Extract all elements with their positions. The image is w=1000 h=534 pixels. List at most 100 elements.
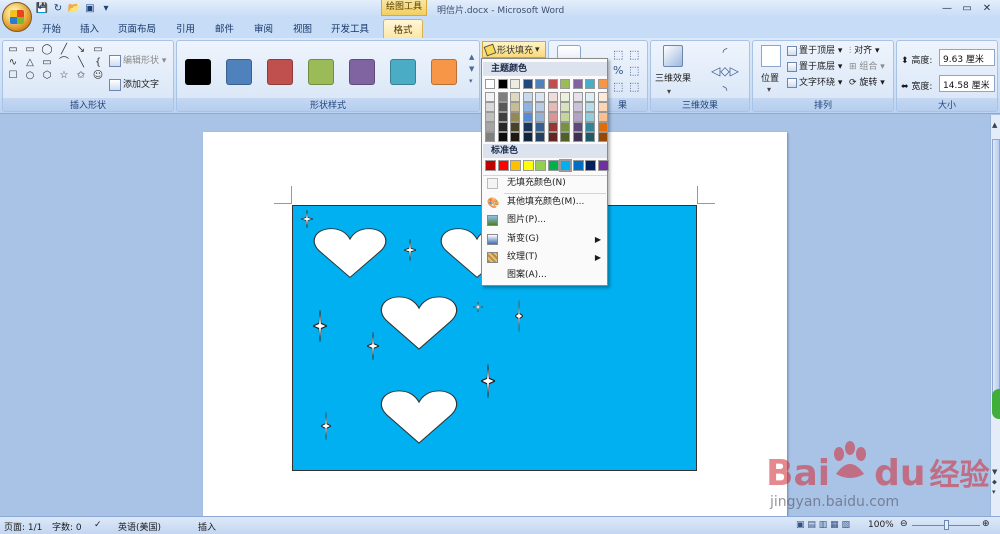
- 3d-effects-button[interactable]: 三维效果: [655, 71, 691, 84]
- color-swatch[interactable]: [522, 102, 533, 112]
- color-swatch[interactable]: [585, 112, 595, 122]
- color-swatch[interactable]: [522, 92, 533, 102]
- color-swatch[interactable]: [572, 112, 583, 122]
- style-swatch[interactable]: [349, 59, 375, 85]
- shape-fill-button[interactable]: 形状填充 ▾: [482, 41, 546, 58]
- color-swatch[interactable]: [572, 132, 583, 142]
- tab-format[interactable]: 格式: [383, 19, 423, 38]
- tab-home[interactable]: 开始: [42, 21, 61, 35]
- scrollbar-thumb[interactable]: [992, 139, 1000, 409]
- sparkle-star-shape[interactable]: [301, 210, 313, 228]
- open-icon[interactable]: 📂: [68, 2, 80, 14]
- color-swatch[interactable]: [522, 160, 534, 171]
- color-swatch[interactable]: [497, 92, 508, 102]
- picture-fill-item[interactable]: 图片(P)...: [483, 212, 607, 229]
- add-text-button[interactable]: 添加文字: [109, 77, 159, 91]
- sparkle-star-shape[interactable]: [481, 364, 495, 398]
- minimize-icon[interactable]: —: [938, 1, 956, 15]
- color-swatch[interactable]: [560, 122, 570, 132]
- hexagon-shape-icon[interactable]: ⬡: [41, 71, 53, 81]
- tab-view[interactable]: 视图: [293, 21, 312, 35]
- height-input[interactable]: 9.63 厘米: [939, 49, 995, 66]
- save-icon[interactable]: ▣: [84, 2, 96, 14]
- shapes-gallery[interactable]: ▭ ▭ ◯ ╱ ↘ ▭ ∿ △ ▭ ⌒ ╲ { ☐ ○ ⬡ ☆ ✩ ☺: [7, 45, 103, 81]
- zoom-out-icon[interactable]: ⊖: [900, 519, 908, 529]
- color-swatch[interactable]: [547, 79, 558, 89]
- rect-shape-icon[interactable]: ▭: [92, 45, 104, 55]
- style-swatch[interactable]: [267, 59, 293, 85]
- tab-mailings[interactable]: 邮件: [215, 21, 234, 35]
- brace-shape-icon[interactable]: {: [92, 58, 104, 68]
- color-swatch[interactable]: [497, 79, 508, 89]
- color-swatch[interactable]: [572, 122, 583, 132]
- color-swatch[interactable]: [497, 102, 508, 112]
- color-swatch[interactable]: [547, 160, 559, 171]
- pattern-fill-item[interactable]: 图案(A)...: [483, 267, 607, 284]
- undo-icon[interactable]: ↶: [36, 2, 48, 14]
- style-swatch[interactable]: [185, 59, 211, 85]
- circle-shape-icon[interactable]: ○: [24, 71, 36, 81]
- edit-shape-button[interactable]: 编辑形状 ▾: [109, 53, 166, 67]
- color-swatch[interactable]: [522, 132, 533, 142]
- view-buttons[interactable]: ▣ ▤ ▥ ▦ ▧: [796, 520, 850, 530]
- color-swatch[interactable]: [585, 122, 595, 132]
- color-swatch[interactable]: [510, 122, 520, 132]
- texture-fill-item[interactable]: 纹理(T) ▶: [483, 249, 607, 266]
- customize-qa-icon[interactable]: ▾: [100, 2, 112, 14]
- color-swatch[interactable]: [497, 132, 508, 142]
- shadow-nudge-icons[interactable]: ⬚% ⬚: [613, 47, 623, 95]
- color-swatch[interactable]: [535, 92, 545, 102]
- color-swatch[interactable]: [585, 132, 595, 142]
- color-swatch[interactable]: [572, 102, 583, 112]
- color-swatch[interactable]: [510, 132, 520, 142]
- color-swatch[interactable]: [547, 102, 558, 112]
- color-swatch[interactable]: [497, 160, 509, 171]
- color-swatch[interactable]: [485, 79, 495, 89]
- star-shape-icon[interactable]: ☆: [58, 71, 70, 81]
- color-swatch[interactable]: [535, 79, 545, 89]
- color-swatch[interactable]: [547, 132, 558, 142]
- color-swatch[interactable]: [510, 92, 520, 102]
- arrow-shape-icon[interactable]: ↘: [75, 45, 87, 55]
- tab-review[interactable]: 审阅: [254, 21, 273, 35]
- color-swatch[interactable]: [597, 160, 609, 171]
- color-swatch[interactable]: [547, 122, 558, 132]
- color-swatch[interactable]: [522, 79, 533, 89]
- color-swatch[interactable]: [585, 102, 595, 112]
- rotate-button[interactable]: ⟳ 旋转 ▾: [849, 75, 885, 88]
- color-swatch[interactable]: [485, 160, 496, 171]
- callout-shape-icon[interactable]: ☐: [7, 71, 19, 81]
- heart-shape[interactable]: [378, 386, 460, 448]
- zoom-level[interactable]: 100%: [868, 520, 894, 530]
- oval-shape-icon[interactable]: ◯: [41, 45, 53, 55]
- tab-page-layout[interactable]: 页面布局: [118, 21, 156, 35]
- color-swatch[interactable]: [535, 112, 545, 122]
- bring-front-button[interactable]: 置于顶层 ▾: [787, 43, 842, 56]
- color-swatch[interactable]: [572, 160, 584, 171]
- color-swatch[interactable]: [522, 112, 533, 122]
- smiley-shape-icon[interactable]: ☺: [92, 71, 104, 81]
- color-swatch[interactable]: [597, 79, 608, 89]
- color-swatch[interactable]: [597, 132, 608, 142]
- width-input[interactable]: 14.58 厘米: [939, 75, 995, 92]
- office-button[interactable]: [2, 2, 32, 32]
- send-back-button[interactable]: 置于底层 ▾: [787, 59, 842, 72]
- color-swatch[interactable]: [535, 102, 545, 112]
- style-swatch[interactable]: [390, 59, 416, 85]
- heart-shape[interactable]: [378, 292, 460, 354]
- color-swatch[interactable]: [497, 112, 508, 122]
- insert-mode[interactable]: 插入: [198, 520, 216, 533]
- zoom-thumb[interactable]: [944, 520, 949, 530]
- maximize-icon[interactable]: ▭: [958, 1, 976, 15]
- color-swatch[interactable]: [510, 160, 521, 171]
- line-shape-icon[interactable]: ╲: [75, 58, 87, 68]
- 3d-tilt-icons[interactable]: ◜ ◁◇▷ ◝: [703, 43, 747, 100]
- gradient-fill-item[interactable]: 渐变(G) ▶: [483, 231, 607, 248]
- tab-developer[interactable]: 开发工具: [331, 21, 369, 35]
- gallery-scroll[interactable]: ▲ ▼ ▾: [469, 51, 474, 87]
- line-shape-icon[interactable]: ╱: [58, 45, 70, 55]
- style-swatch[interactable]: [226, 59, 252, 85]
- sparkle-star-shape[interactable]: [313, 310, 327, 342]
- chevron-down-icon[interactable]: ▾: [767, 85, 771, 94]
- color-swatch[interactable]: [535, 160, 546, 171]
